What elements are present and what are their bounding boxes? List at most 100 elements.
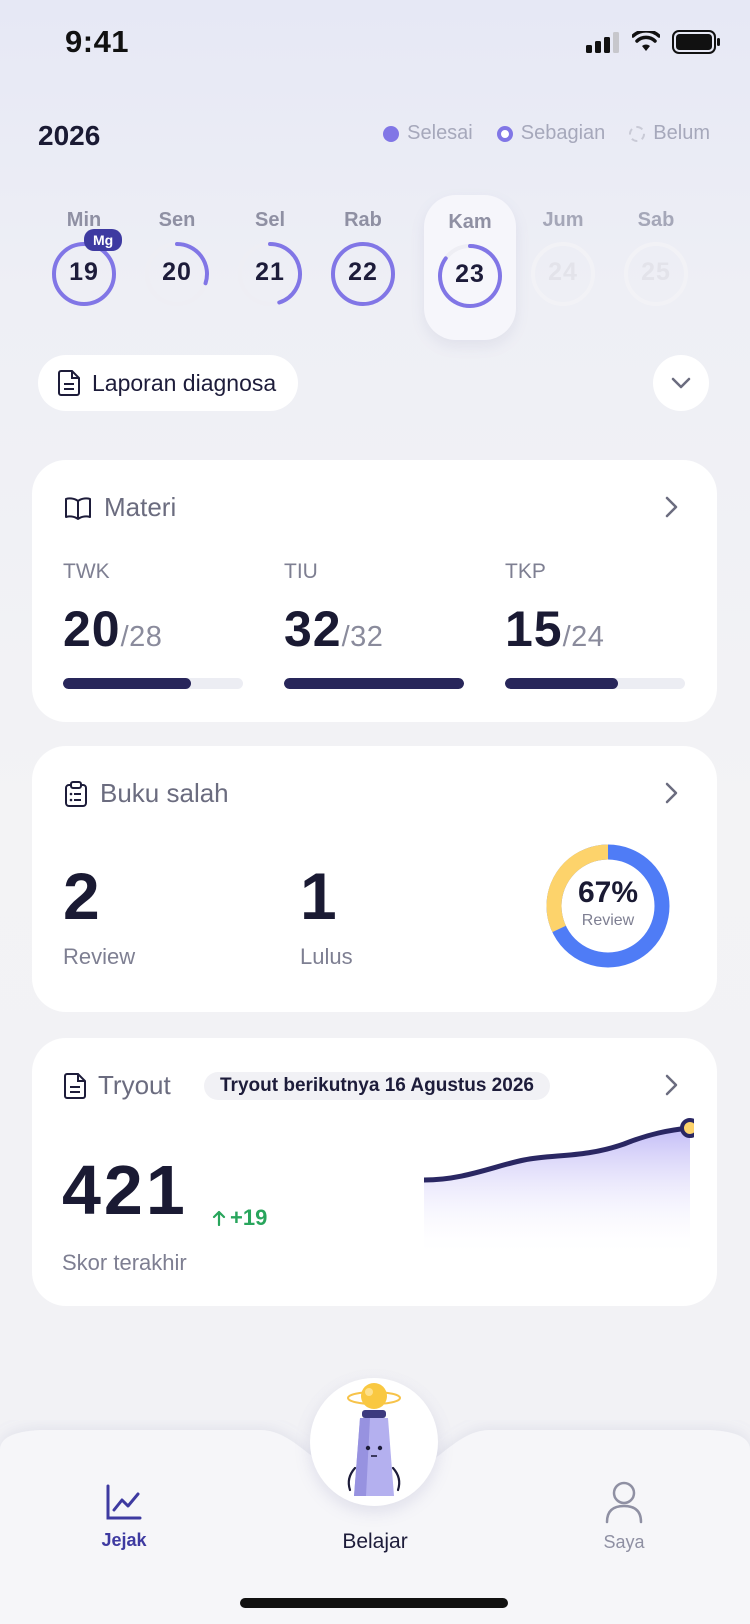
nav-jejak[interactable]: Jejak (84, 1482, 164, 1551)
subject-label: TWK (63, 560, 110, 583)
day-name: Jum (542, 209, 584, 231)
materi-card[interactable]: Materi TWK 20/28 TIU 32/32 TKP 15/24 (32, 460, 717, 722)
score-trend-sparkline (424, 1118, 694, 1258)
mascot-icon (347, 1383, 401, 1496)
day-name: Rab (344, 209, 382, 231)
subject-progress-fill (284, 678, 464, 689)
subject-total: /28 (120, 621, 163, 653)
materi-title: Materi (104, 492, 177, 522)
arrow-up-icon (212, 1210, 226, 1226)
day-min[interactable]: Min 19 Mg (38, 195, 130, 340)
day-number: 23 (455, 260, 485, 288)
year-label: 2026 (38, 120, 101, 151)
week-strip: Min 19 Mg Sen 20 Sel 21 Rab 22 Kam 23 Ju… (38, 195, 718, 345)
document-icon (64, 1072, 86, 1099)
chevron-right-icon[interactable] (665, 782, 679, 804)
week-badge: Mg (84, 229, 123, 251)
book-icon (65, 496, 91, 520)
score-delta-value: +19 (230, 1205, 268, 1230)
chart-icon (106, 1484, 142, 1520)
buku-salah-card[interactable]: Buku salah 2 Review 1 Lulus 67% Review (32, 746, 717, 1012)
report-label: Laporan diagnosa (92, 369, 277, 396)
day-sel[interactable]: Sel 21 (224, 195, 316, 340)
nav-belajar-label[interactable]: Belajar (315, 1530, 435, 1554)
next-tryout-badge: Tryout berikutnya 16 Agustus 2026 (204, 1072, 550, 1100)
clipboard-icon (65, 780, 87, 807)
day-sen[interactable]: Sen 20 (131, 195, 223, 340)
subject-progress: 20/28 (63, 600, 162, 658)
review-label: Review (63, 944, 136, 969)
legend-selesai: Selesai (383, 122, 473, 145)
materi-header: Materi (64, 492, 176, 523)
chevron-right-icon[interactable] (665, 1074, 679, 1096)
donut-percent: 67% (577, 876, 639, 909)
subject-progress: 32/32 (284, 600, 383, 658)
score-delta: +19 (212, 1205, 267, 1231)
legend-label: Selesai (407, 122, 473, 144)
chevron-down-icon (671, 377, 691, 389)
day-name: Kam (448, 211, 492, 233)
subject-done: 15 (505, 601, 563, 657)
chevron-right-icon[interactable] (665, 496, 679, 518)
day-number: 25 (641, 258, 671, 286)
legend-sebagian: Sebagian (496, 122, 606, 145)
tryout-card[interactable]: Tryout Tryout berikutnya 16 Agustus 2026… (32, 1038, 717, 1306)
day-number: 19 (69, 258, 99, 286)
day-number: 22 (348, 258, 378, 286)
dot-ring-icon (496, 125, 513, 142)
day-name: Min (66, 209, 102, 231)
legend-belum: Belum (629, 122, 710, 145)
status-icons (586, 30, 720, 54)
subject-progress: 15/24 (505, 600, 604, 658)
subject-done: 32 (284, 601, 342, 657)
buku-salah-title: Buku salah (100, 778, 229, 808)
legend-label: Belum (653, 122, 710, 144)
subject-total: /24 (562, 621, 605, 653)
day-number: 20 (162, 258, 192, 286)
subject-progress-fill (505, 678, 619, 689)
belajar-mascot-button[interactable] (310, 1378, 438, 1506)
last-score: 421 (62, 1151, 188, 1229)
buku-salah-header: Buku salah (64, 778, 229, 809)
donut-label: Review (581, 912, 635, 929)
nav-jejak-label: Jejak (101, 1530, 147, 1550)
day-number: 21 (255, 258, 285, 286)
subject-progress-bar (505, 678, 685, 689)
nav-saya-label: Saya (603, 1532, 645, 1552)
subject-total: /32 (341, 621, 384, 653)
wifi-icon (632, 31, 660, 51)
day-rab[interactable]: Rab 22 (317, 195, 409, 340)
day-sab[interactable]: Sab 25 (610, 195, 702, 340)
user-icon (605, 1481, 643, 1524)
subject-label: TKP (505, 560, 546, 583)
diagnosis-report-button[interactable]: Laporan diagnosa (38, 355, 299, 411)
signal-icon (586, 32, 619, 53)
status-time: 9:41 (65, 24, 130, 59)
document-icon (58, 370, 80, 396)
tryout-title: Tryout (98, 1070, 171, 1100)
review-count: 2 (63, 859, 100, 933)
day-jum[interactable]: Jum 24 (517, 195, 609, 340)
day-number: 24 (548, 258, 578, 286)
tryout-header: Tryout (64, 1070, 171, 1101)
expand-calendar-button[interactable] (653, 355, 709, 411)
score-label: Skor terakhir (62, 1250, 187, 1275)
dot-full-icon (383, 125, 400, 142)
day-name: Sen (158, 209, 196, 231)
subject-label: TIU (284, 560, 318, 583)
lulus-count: 1 (300, 859, 337, 933)
legend: Selesai Sebagian Belum (383, 122, 710, 145)
lulus-label: Lulus (300, 944, 353, 969)
dot-dashed-icon (629, 125, 646, 142)
day-name: Sab (637, 209, 675, 231)
day-name: Sel (254, 209, 286, 231)
home-indicator (240, 1598, 508, 1608)
subject-done: 20 (63, 601, 121, 657)
subject-progress-bar (63, 678, 243, 689)
day-kam[interactable]: Kam 23 (424, 195, 516, 340)
nav-saya[interactable]: Saya (584, 1480, 664, 1553)
subject-progress-bar (284, 678, 464, 689)
legend-label: Sebagian (520, 122, 606, 144)
subject-progress-fill (63, 678, 191, 689)
battery-icon (672, 30, 720, 54)
